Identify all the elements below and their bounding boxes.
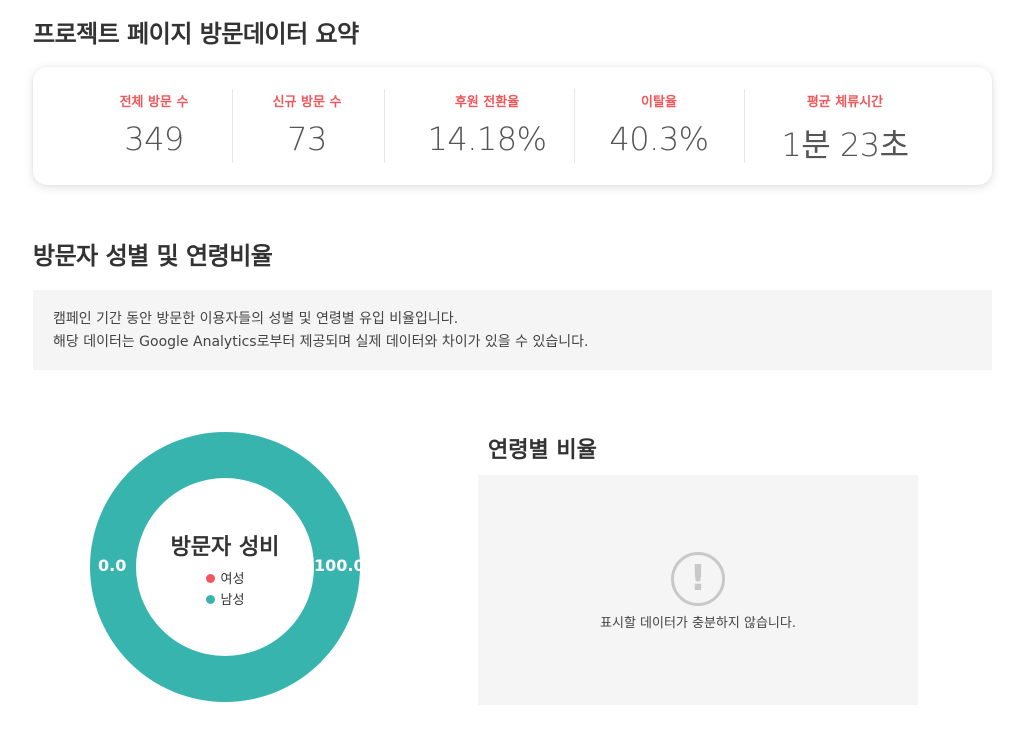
stat-new-visits: 신규 방문 수 73 <box>252 91 362 158</box>
stat-total-visits: 전체 방문 수 349 <box>99 91 209 158</box>
donut-legend: 여성 남성 <box>205 569 245 611</box>
stat-label: 이탈율 <box>641 95 677 110</box>
stat-bounce-rate: 이탈율 40.3% <box>592 91 726 158</box>
donut-data-label-male: 100.0 <box>314 556 365 575</box>
age-ratio-empty-state: ! 표시할 데이터가 충분하지 않습니다. <box>478 475 918 705</box>
empty-state-message: 표시할 데이터가 충분하지 않습니다. <box>600 616 796 631</box>
stat-value: 14.18% <box>427 120 547 158</box>
stat-value: 73 <box>287 120 327 158</box>
stat-conversion-rate: 후원 전환율 14.18% <box>402 91 572 158</box>
stat-label: 전체 방문 수 <box>119 95 189 110</box>
gender-donut-chart: 방문자 성비 여성 남성 0.0 100.0 <box>90 432 365 702</box>
stat-value: 1분 23초 <box>781 126 909 164</box>
stat-divider <box>232 89 233 163</box>
stat-value: 349 <box>124 120 184 158</box>
legend-item-male: 남성 <box>205 590 245 611</box>
notice-line: 캠페인 기간 동안 방문한 이용자들의 성별 및 연령별 유입 비율입니다. <box>53 311 459 327</box>
donut-data-label-female: 0.0 <box>98 556 127 575</box>
stat-label: 후원 전환율 <box>454 95 520 110</box>
notice-box: 캠페인 기간 동안 방문한 이용자들의 성별 및 연령별 유입 비율입니다. 해… <box>33 290 992 370</box>
legend-label: 남성 <box>220 593 245 608</box>
stat-label: 신규 방문 수 <box>272 95 342 110</box>
legend-item-female: 여성 <box>205 569 245 590</box>
legend-dot <box>205 574 215 583</box>
notice-line: 해당 데이터는 Google Analytics로부터 제공되며 실제 데이터와… <box>53 334 589 350</box>
stat-divider <box>574 89 575 163</box>
summary-card: 전체 방문 수 349 신규 방문 수 73 후원 전환율 14.18% 이탈율… <box>33 67 992 185</box>
stat-divider <box>384 89 385 163</box>
gender-age-title: 방문자 성별 및 연령비율 <box>33 242 273 270</box>
stat-value: 40.3% <box>609 120 709 158</box>
age-ratio-title: 연령별 비율 <box>488 438 597 463</box>
summary-title: 프로젝트 페이지 방문데이터 요약 <box>33 20 359 48</box>
stat-divider <box>744 89 745 163</box>
legend-dot <box>205 595 215 604</box>
stat-label: 평균 체류시간 <box>806 95 884 110</box>
exclamation-circle-icon: ! <box>671 552 725 606</box>
legend-label: 여성 <box>220 572 245 587</box>
stat-avg-duration: 평균 체류시간 1분 23초 <box>762 91 928 166</box>
